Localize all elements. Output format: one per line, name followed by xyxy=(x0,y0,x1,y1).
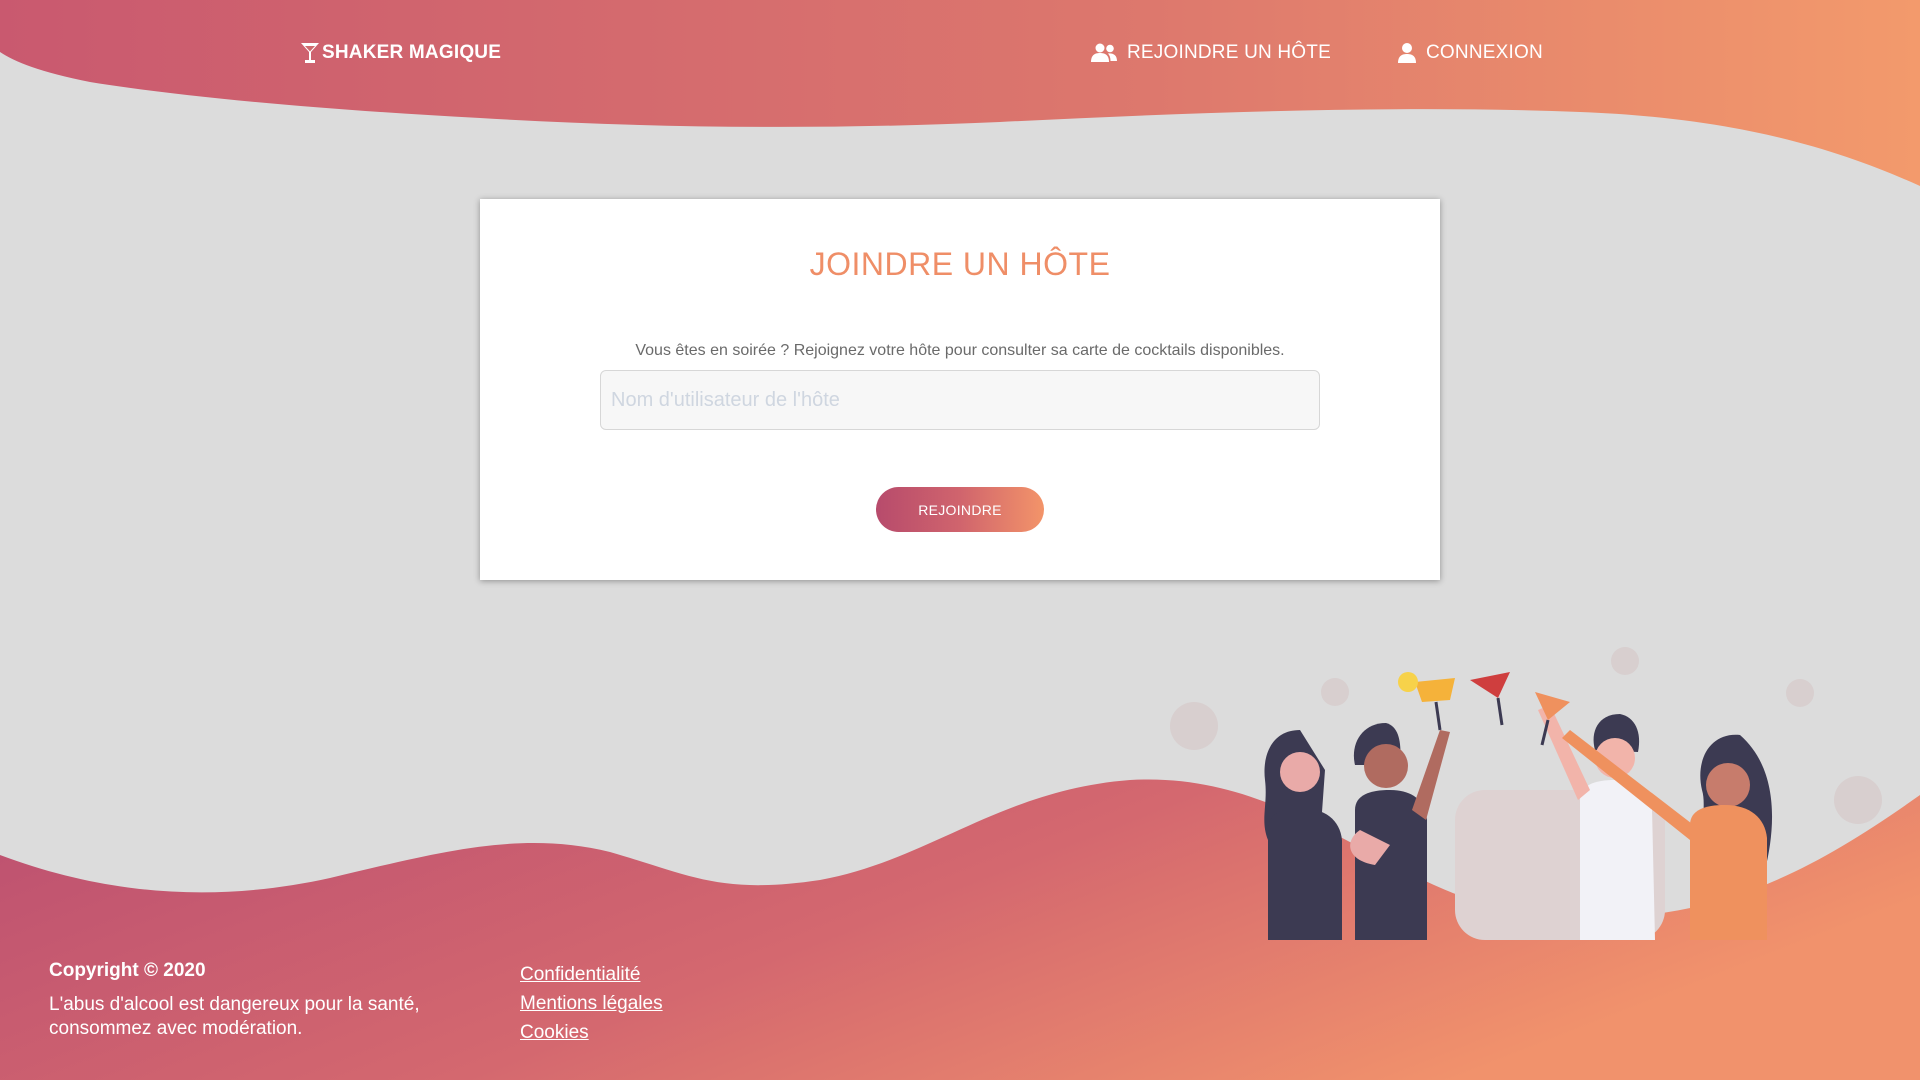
person-2 xyxy=(1350,723,1450,940)
nav-login-link[interactable]: CONNEXION xyxy=(1398,42,1543,64)
footer-legal-notice: Copyright © 2020 L'abus d'alcool est dan… xyxy=(49,960,469,1041)
legal-notice-link[interactable]: Mentions légales xyxy=(520,989,663,1018)
brand-name: SHAKER MAGIQUE xyxy=(322,42,502,63)
card-title: JOINDRE UN HÔTE xyxy=(809,246,1111,282)
footer-links: Confidentialité Mentions légales Cookies xyxy=(520,960,663,1047)
top-navbar: SHAKER MAGIQUE REJOINDRE UN HÔTE CONNEXI… xyxy=(0,0,1920,110)
card-description: Vous êtes en soirée ? Rejoignez votre hô… xyxy=(635,342,1285,359)
bubble xyxy=(1321,678,1349,706)
nav-join-host-label: REJOINDRE UN HÔTE xyxy=(1127,42,1331,63)
person-1 xyxy=(1264,730,1342,940)
bubble xyxy=(1170,702,1218,750)
join-button[interactable]: REJOINDRE xyxy=(876,487,1044,532)
alcohol-warning-text: L'abus d'alcool est dangereux pour la sa… xyxy=(49,994,420,1039)
copyright-text: Copyright © 2020 xyxy=(49,960,206,981)
users-icon xyxy=(1091,43,1117,63)
party-illustration xyxy=(1170,647,1882,940)
bubble xyxy=(1786,679,1814,707)
nav-login-label: CONNEXION xyxy=(1426,42,1543,63)
cocktail-glass-icon xyxy=(300,42,320,64)
privacy-link[interactable]: Confidentialité xyxy=(520,960,663,989)
nav-join-host-link[interactable]: REJOINDRE UN HÔTE xyxy=(1091,42,1331,64)
join-host-card: JOINDRE UN HÔTE Vous êtes en soirée ? Re… xyxy=(480,199,1440,580)
host-username-input[interactable] xyxy=(600,370,1320,430)
bubble xyxy=(1834,776,1882,824)
cocktail-glasses xyxy=(1398,672,1570,746)
bubble xyxy=(1611,647,1639,675)
brand-link[interactable]: SHAKER MAGIQUE xyxy=(300,42,501,64)
cookies-link[interactable]: Cookies xyxy=(520,1018,663,1047)
user-icon xyxy=(1398,43,1416,63)
